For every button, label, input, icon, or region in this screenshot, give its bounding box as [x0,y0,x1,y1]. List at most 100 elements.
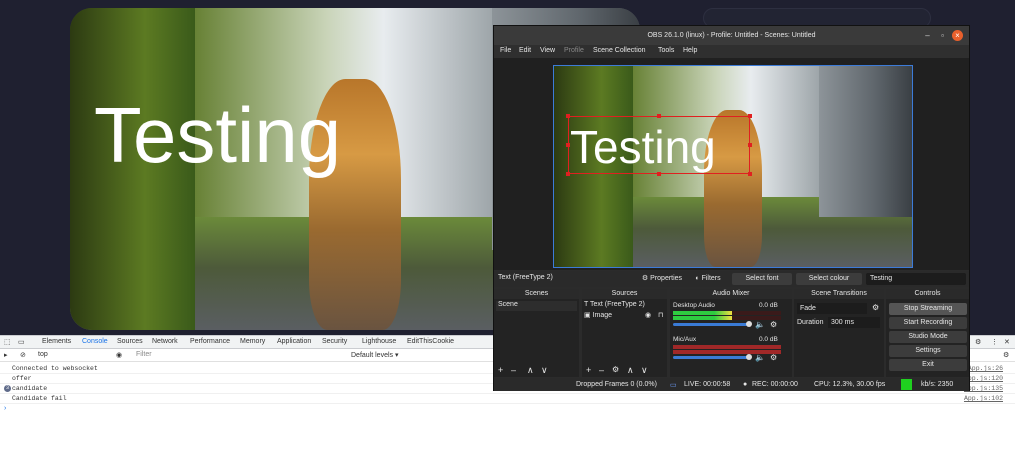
obs-menubar: File Edit View Profile Scene Collection … [494,45,969,58]
move-up-icon[interactable]: ∧ [527,365,534,376]
tab-elements[interactable]: Elements [42,338,71,345]
video-overlay-text: Testing [94,91,342,179]
transitions-header: Scene Transitions [794,289,884,299]
sidebar-toggle-icon[interactable]: ▸ [4,351,8,359]
tab-application[interactable]: Application [277,338,311,345]
obs-docks: Scenes Scene + – ∧ ∨ Sources T Text (Fre… [494,289,969,377]
preview-canvas[interactable]: Testing [553,65,913,268]
volume-slider[interactable] [673,356,749,359]
resize-handle[interactable] [566,114,570,118]
sources-toolbar: + – ⚙ ∧ ∨ [582,365,667,377]
tab-network[interactable]: Network [152,338,178,345]
tab-performance[interactable]: Performance [190,338,230,345]
image-source-icon: ▣ [584,312,591,319]
device-toggle-icon[interactable]: ▭ [18,338,25,346]
scene-list-item[interactable]: Scene [496,301,577,311]
move-up-icon[interactable]: ∧ [627,365,634,376]
channel-db: 0.0 dB [759,302,778,309]
source-list-item[interactable]: T Text (FreeType 2) [584,301,665,311]
menu-file[interactable]: File [500,47,511,54]
obs-statusbar: Dropped Frames 0 (0.0%) ▭ LIVE: 00:00:58… [494,378,969,391]
menu-help[interactable]: Help [683,47,697,54]
eye-icon[interactable]: ◉ [116,351,122,359]
resize-handle[interactable] [566,143,570,147]
filters-button[interactable]: ◐ Filters [690,273,726,285]
move-down-icon[interactable]: ∨ [641,365,648,376]
select-colour-button[interactable]: Select colour [796,273,862,285]
menu-profile[interactable]: Profile [564,47,584,54]
stream-health-indicator [901,379,912,390]
tab-lighthouse[interactable]: Lighthouse [362,338,396,345]
source-list-item[interactable]: ▣ Image ◉ ⊓ [584,311,665,321]
settings-button[interactable]: Settings [889,345,967,357]
log-source-link[interactable]: App.js:102 [964,395,1003,402]
text-input[interactable]: Testing [866,273,966,285]
studio-mode-button[interactable]: Studio Mode [889,331,967,343]
context-select[interactable]: top [38,351,48,358]
move-down-icon[interactable]: ∨ [541,365,548,376]
tab-console[interactable]: Console [82,338,108,345]
volume-meter [673,311,781,315]
add-icon[interactable]: + [586,365,591,375]
resize-handle[interactable] [748,172,752,176]
gear-icon[interactable]: ⚙ [872,303,879,312]
scenes-header: Scenes [494,289,579,299]
gear-icon[interactable]: ⚙ [612,365,619,374]
console-prompt-icon[interactable]: › [4,405,6,412]
exit-button[interactable]: Exit [889,359,967,371]
speaker-icon[interactable]: 🔈 [755,320,765,329]
resize-handle[interactable] [748,114,752,118]
resize-handle[interactable] [748,143,752,147]
duration-input[interactable]: 300 ms [828,317,880,328]
remove-icon[interactable]: – [511,365,516,375]
repeat-count-badge: 3 [4,385,11,392]
tab-sources[interactable]: Sources [117,338,143,345]
slider-knob[interactable] [746,321,752,327]
more-menu-icon[interactable]: ⋮ [991,338,998,346]
sources-dock: Sources T Text (FreeType 2) ▣ Image ◉ ⊓ … [582,289,667,377]
minimize-icon[interactable]: – [922,30,933,41]
menu-tools[interactable]: Tools [658,47,674,54]
rec-time: REC: 00:00:00 [752,381,798,388]
selection-box[interactable] [566,114,752,176]
transition-select[interactable]: Fade [797,303,867,314]
menu-scene-collection[interactable]: Scene Collection [593,47,646,54]
clear-console-icon[interactable]: ⊘ [20,351,26,359]
select-font-button[interactable]: Select font [732,273,792,285]
text-source-icon: T [584,301,589,308]
log-source-link[interactable]: App.js:26 [968,365,1003,372]
tab-security[interactable]: Security [322,338,347,345]
properties-button[interactable]: ⚙ Properties [636,273,688,285]
close-window-icon[interactable]: × [952,30,963,41]
slider-knob[interactable] [746,354,752,360]
resize-handle[interactable] [657,114,661,118]
duration-label: Duration [797,319,824,326]
close-icon[interactable]: ✕ [1004,338,1010,346]
obs-window: OBS 26.1.0 (linux) - Profile: Untitled -… [493,25,970,391]
lock-icon[interactable]: ⊓ [658,311,663,319]
live-icon: ▭ [670,382,677,389]
gear-icon[interactable]: ⚙ [770,353,777,362]
speaker-icon[interactable]: 🔈 [755,353,765,362]
maximize-icon[interactable]: ▫ [937,30,948,41]
audio-mixer-header: Audio Mixer [670,289,792,299]
menu-edit[interactable]: Edit [519,47,531,54]
start-recording-button[interactable]: Start Recording [889,317,967,329]
tab-memory[interactable]: Memory [240,338,265,345]
resize-handle[interactable] [657,172,661,176]
visibility-eye-icon[interactable]: ◉ [645,311,651,319]
tab-editthiscookie[interactable]: EditThisCookie [407,338,454,345]
console-settings-icon[interactable]: ⚙ [1003,351,1009,359]
settings-gear-icon[interactable]: ⚙ [975,338,981,346]
inspect-icon[interactable]: ⬚ [4,338,11,346]
scene-transitions-dock: Scene Transitions Fade ⚙ Duration 300 ms [794,289,884,377]
filter-input[interactable]: Filter [136,351,152,358]
levels-dropdown[interactable]: Default levels ▾ [351,351,398,359]
gear-icon[interactable]: ⚙ [770,320,777,329]
stop-streaming-button[interactable]: Stop Streaming [889,303,967,315]
add-icon[interactable]: + [498,365,503,375]
remove-icon[interactable]: – [599,365,604,375]
menu-view[interactable]: View [540,47,555,54]
volume-slider[interactable] [673,323,749,326]
resize-handle[interactable] [566,172,570,176]
